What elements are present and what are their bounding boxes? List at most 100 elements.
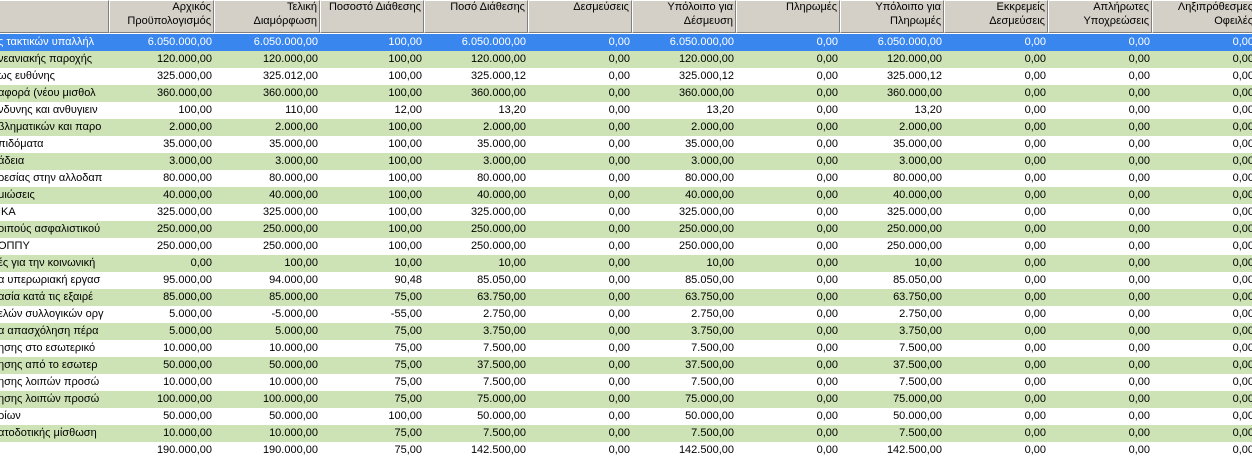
table-row[interactable]: ησης από το εσωτερ 50.000,00 50.000,00 75,0… [0, 357, 1252, 374]
cell-c3[interactable]: -55,00 [320, 306, 424, 323]
column-header-c8[interactable]: Υπόλοιπο για Πληρωμές [840, 0, 944, 33]
cell-c11[interactable]: 0,00 [1152, 306, 1252, 323]
cell-c5[interactable]: 0,00 [528, 340, 632, 357]
cell-c1[interactable]: 10.000,00 [109, 374, 214, 391]
cell-c9[interactable]: 0,00 [944, 51, 1048, 68]
cell-name[interactable]: ΟΠΠΥ [0, 238, 109, 255]
cell-c5[interactable]: 0,00 [528, 153, 632, 170]
cell-c6[interactable]: 10,00 [632, 255, 736, 272]
cell-c4[interactable]: 250.000,00 [424, 238, 528, 255]
cell-c4[interactable]: 7.500,00 [424, 340, 528, 357]
cell-c7[interactable]: 0,00 [736, 425, 840, 442]
cell-c7[interactable]: 0,00 [736, 221, 840, 238]
cell-c10[interactable]: 0,00 [1048, 289, 1152, 306]
cell-c9[interactable]: 0,00 [944, 187, 1048, 204]
cell-c4[interactable]: 142.500,00 [424, 442, 528, 459]
cell-c9[interactable]: 0,00 [944, 153, 1048, 170]
cell-c10[interactable]: 0,00 [1048, 221, 1152, 238]
cell-c5[interactable]: 0,00 [528, 442, 632, 459]
cell-c1[interactable]: 120.000,00 [109, 51, 214, 68]
cell-c3[interactable]: 100,00 [320, 153, 424, 170]
cell-c4[interactable]: 7.500,00 [424, 425, 528, 442]
cell-c6[interactable]: 325.000,12 [632, 68, 736, 85]
cell-c5[interactable]: 0,00 [528, 51, 632, 68]
cell-c9[interactable]: 0,00 [944, 306, 1048, 323]
cell-c5[interactable]: 0,00 [528, 34, 632, 51]
cell-c3[interactable]: 10,00 [320, 255, 424, 272]
column-header-name[interactable] [0, 0, 109, 33]
cell-c9[interactable]: 0,00 [944, 255, 1048, 272]
cell-c11[interactable]: 0,00 [1152, 357, 1252, 374]
table-row-selected[interactable]: ς τακτικών υπαλλήλ 6.050.000,00 6.050.000,… [0, 34, 1252, 51]
cell-name[interactable]: νδυνης και ανθυγιειν [0, 102, 109, 119]
cell-c8[interactable]: 7.500,00 [840, 374, 944, 391]
cell-c5[interactable]: 0,00 [528, 391, 632, 408]
cell-c9[interactable]: 0,00 [944, 102, 1048, 119]
column-header-c7[interactable]: Πληρωμές [736, 0, 840, 33]
table-row[interactable]: ΙΚΑ325.000,00325.000,00100,00325.000,000… [0, 204, 1252, 221]
table-row[interactable]: ΟΠΠΥ 250.000,00 250.000,00 100,00 250.000,00… [0, 238, 1252, 255]
cell-c1[interactable]: 190.000,00 [109, 442, 214, 459]
cell-c4[interactable]: 75.000,00 [424, 391, 528, 408]
cell-c2[interactable]: 50.000,00 [214, 357, 320, 374]
cell-c11[interactable]: 0,00 [1152, 272, 1252, 289]
cell-c3[interactable]: 90,48 [320, 272, 424, 289]
cell-c4[interactable]: 2.000,00 [424, 119, 528, 136]
cell-c10[interactable]: 0,00 [1048, 391, 1152, 408]
table-row[interactable]: ελών συλλογικών οργ 5.000,00 -5.000,00 -55,… [0, 306, 1252, 323]
cell-c4[interactable]: 40.000,00 [424, 187, 528, 204]
table-row[interactable]: 190.000,00 190.000,00 75,00 142.500,00 0,00 1… [0, 442, 1252, 459]
cell-c4[interactable]: 37.500,00 [424, 357, 528, 374]
cell-c1[interactable]: 3.000,00 [109, 153, 214, 170]
cell-c11[interactable]: 0,00 [1152, 170, 1252, 187]
cell-c1[interactable]: 325.000,00 [109, 204, 214, 221]
cell-c9[interactable]: 0,00 [944, 425, 1048, 442]
table-row[interactable]: νδυνης και ανθυγιειν 100,00 110,00 12,00 13,… [0, 102, 1252, 119]
cell-c6[interactable]: 3.000,00 [632, 153, 736, 170]
cell-c3[interactable]: 75,00 [320, 391, 424, 408]
cell-c6[interactable]: 250.000,00 [632, 238, 736, 255]
cell-c9[interactable]: 0,00 [944, 204, 1048, 221]
cell-c10[interactable]: 0,00 [1048, 85, 1152, 102]
cell-c8[interactable]: 50.000,00 [840, 408, 944, 425]
cell-c2[interactable]: 325.012,00 [214, 68, 320, 85]
cell-c1[interactable]: 250.000,00 [109, 238, 214, 255]
cell-c2[interactable]: 35.000,00 [214, 136, 320, 153]
cell-c5[interactable]: 0,00 [528, 136, 632, 153]
cell-c7[interactable]: 0,00 [736, 68, 840, 85]
cell-name[interactable]: ησης στο εσωτερικό [0, 340, 109, 357]
cell-c8[interactable]: 325.000,00 [840, 204, 944, 221]
cell-c2[interactable]: 100,00 [214, 255, 320, 272]
cell-c6[interactable]: 7.500,00 [632, 425, 736, 442]
cell-c4[interactable]: 63.750,00 [424, 289, 528, 306]
cell-c4[interactable]: 7.500,00 [424, 374, 528, 391]
cell-c7[interactable]: 0,00 [736, 374, 840, 391]
cell-c11[interactable]: 0,00 [1152, 340, 1252, 357]
cell-c6[interactable]: 142.500,00 [632, 442, 736, 459]
cell-c4[interactable]: 325.000,12 [424, 68, 528, 85]
cell-c3[interactable]: 100,00 [320, 119, 424, 136]
cell-c7[interactable]: 0,00 [736, 340, 840, 357]
cell-c5[interactable]: 0,00 [528, 272, 632, 289]
cell-c2[interactable]: 360.000,00 [214, 85, 320, 102]
cell-c6[interactable]: 50.000,00 [632, 408, 736, 425]
cell-c7[interactable]: 0,00 [736, 306, 840, 323]
cell-c10[interactable]: 0,00 [1048, 187, 1152, 204]
cell-c7[interactable]: 0,00 [736, 323, 840, 340]
cell-c4[interactable]: 3.750,00 [424, 323, 528, 340]
cell-c6[interactable]: 37.500,00 [632, 357, 736, 374]
cell-c3[interactable]: 75,00 [320, 357, 424, 374]
cell-c6[interactable]: 80.000,00 [632, 170, 736, 187]
cell-c4[interactable]: 250.000,00 [424, 221, 528, 238]
cell-c8[interactable]: 85.050,00 [840, 272, 944, 289]
table-row[interactable]: νεανιακής παροχής 120.000,00 120.000,00 100… [0, 51, 1252, 68]
cell-c6[interactable]: 75.000,00 [632, 391, 736, 408]
cell-c5[interactable]: 0,00 [528, 306, 632, 323]
cell-c2[interactable]: 250.000,00 [214, 221, 320, 238]
cell-c4[interactable]: 50.000,00 [424, 408, 528, 425]
cell-c9[interactable]: 0,00 [944, 85, 1048, 102]
cell-c11[interactable]: 0,00 [1152, 408, 1252, 425]
cell-c2[interactable]: 85.000,00 [214, 289, 320, 306]
cell-c5[interactable]: 0,00 [528, 289, 632, 306]
cell-c6[interactable]: 325.000,00 [632, 204, 736, 221]
